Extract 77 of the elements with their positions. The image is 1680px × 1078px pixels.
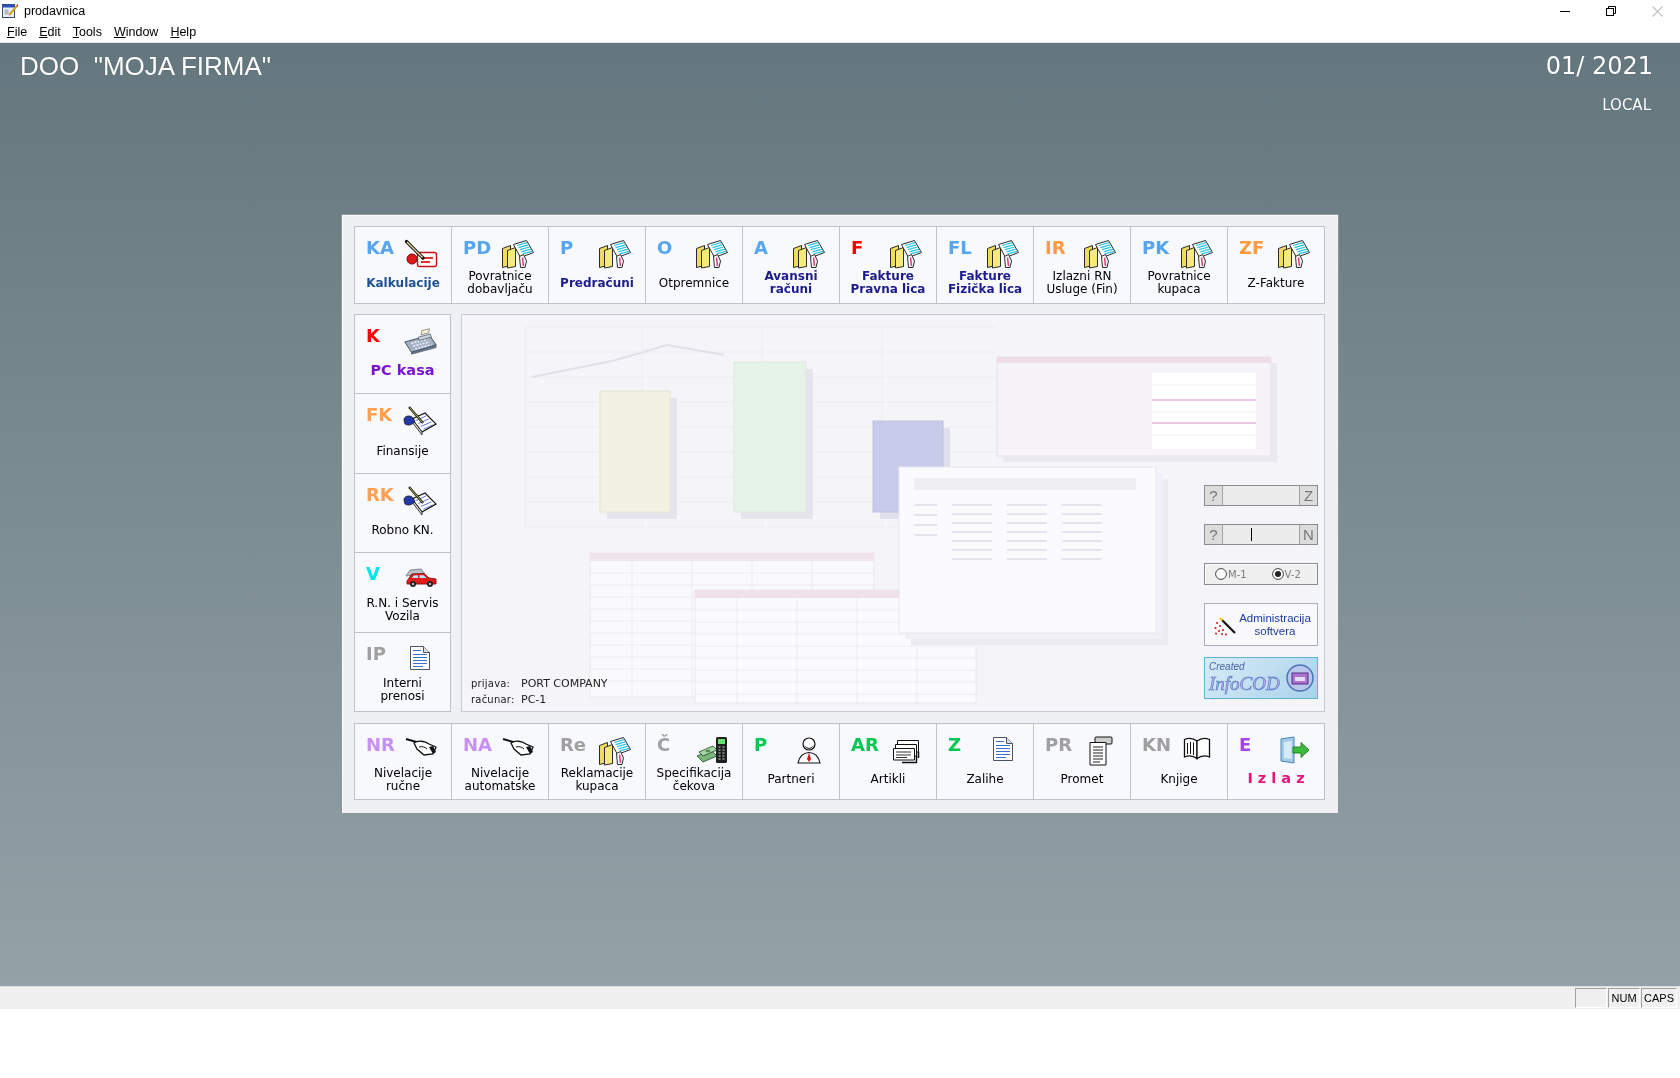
menu-item[interactable]: Help — [164, 23, 203, 41]
document-icon — [409, 644, 431, 671]
module-button[interactable]: NA Nivelacije automatske — [452, 724, 548, 799]
period-text: 01/ 2021 — [1545, 52, 1653, 80]
menu-item[interactable]: File — [1, 23, 34, 41]
module-button[interactable]: PR Promet — [1034, 724, 1130, 799]
folder-document-icon — [986, 239, 1020, 269]
folder-document-icon — [1277, 239, 1311, 269]
folder-document-icon — [1180, 239, 1214, 269]
hand-pen-icon — [405, 736, 437, 756]
module-button[interactable]: Re Reklamacije kupaca — [549, 724, 645, 799]
module-button[interactable]: FK Finansije — [355, 394, 450, 473]
module-button[interactable]: F Fakture Pravna lica — [840, 227, 936, 303]
module-button[interactable]: Z Zalihe — [937, 724, 1033, 799]
module-button[interactable]: ZF Z-Fakture — [1228, 227, 1324, 303]
status-indicator: NUM — [1608, 988, 1641, 1008]
document-icon — [992, 736, 1014, 762]
module-button[interactable]: O Otpremnice — [646, 227, 742, 303]
open-book-icon — [1183, 736, 1211, 760]
folder-document-icon — [598, 239, 632, 269]
disc-icon — [1286, 664, 1314, 692]
menu-item[interactable]: Tools — [66, 23, 108, 41]
login-label: računar: — [471, 693, 516, 707]
module-button[interactable]: IR Izlazni RN Usluge (Fin) — [1034, 227, 1130, 303]
login-label: prijava: — [471, 677, 512, 691]
module-button[interactable]: RK Robno KN. — [355, 473, 450, 553]
window-title: prodavnica — [24, 4, 87, 18]
input-field[interactable] — [1223, 524, 1299, 545]
folder-document-icon — [792, 239, 826, 269]
pencil-card-icon — [404, 239, 438, 269]
suffix-label: Z — [1299, 485, 1318, 506]
money-calculator-icon — [696, 736, 728, 764]
admin-button[interactable]: Administracija softvera — [1204, 603, 1318, 646]
menu-item[interactable]: Edit — [33, 23, 67, 41]
folder-document-icon — [501, 239, 535, 269]
module-button[interactable]: FL Fakture Fizička lica — [937, 227, 1033, 303]
minimize-icon — [1560, 10, 1570, 12]
printed-document-icon — [1087, 736, 1113, 766]
status-indicator: CAPS — [1641, 988, 1677, 1008]
close-icon — [1651, 5, 1663, 17]
module-button[interactable]: P Partneri — [743, 724, 839, 799]
folder-document-icon — [1083, 239, 1117, 269]
folder-document-icon — [598, 736, 632, 766]
module-button[interactable]: P Predračuni — [549, 227, 645, 303]
module-button[interactable]: IP Interni prenosi — [355, 632, 450, 711]
folder-document-icon — [695, 239, 729, 269]
location-text: LOCAL — [1602, 96, 1651, 114]
status-panel — [1575, 988, 1608, 1008]
notepad-pen-icon — [403, 406, 437, 437]
logo-caption: Created — [1209, 661, 1246, 672]
module-button[interactable]: Č Specifikacija čekova — [646, 724, 742, 799]
module-button[interactable]: A Avansni računi — [743, 227, 839, 303]
module-button[interactable]: E I z l a z — [1228, 724, 1324, 799]
hand-pen-icon — [502, 736, 534, 756]
suffix-label: N — [1299, 524, 1318, 545]
folder-document-icon — [889, 239, 923, 269]
app-window-icon — [2, 3, 18, 18]
cash-register-icon — [403, 327, 437, 355]
car-icon — [403, 565, 437, 588]
company-name: DOO "MOJA FIRMA" — [20, 51, 272, 81]
restore-icon — [1606, 6, 1616, 16]
input-field[interactable] — [1223, 485, 1299, 506]
module-button[interactable]: PK Povratnice kupaca — [1131, 227, 1227, 303]
exit-door-icon — [1278, 736, 1310, 764]
module-button[interactable]: NR Nivelacije ručne — [355, 724, 451, 799]
login-value: PORT COMPANY — [521, 676, 608, 692]
module-button[interactable]: KA Kalkulacije — [355, 227, 451, 303]
module-button[interactable]: K PC kasa — [355, 315, 450, 394]
module-button[interactable]: V R.N. i Servis Vozila — [355, 553, 450, 632]
notepad-pen-icon — [403, 485, 437, 516]
module-button[interactable]: KN Knjige — [1131, 724, 1227, 799]
logo-wordmark: InfoCOD — [1209, 673, 1281, 695]
module-button[interactable]: PD Povratnice dobavljaču — [452, 227, 548, 303]
menu-item[interactable]: Window — [107, 23, 165, 41]
login-value: PC-1 — [521, 692, 548, 708]
module-button[interactable]: AR Artikli — [840, 724, 936, 799]
person-icon — [796, 736, 822, 764]
